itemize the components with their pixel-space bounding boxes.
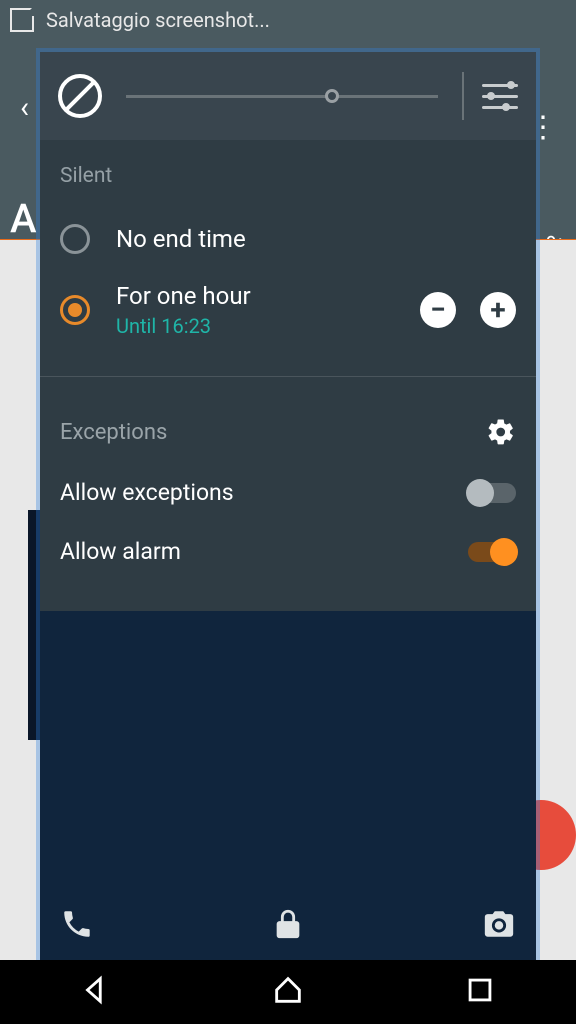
- modal-body: Silent No end time For one hour Until 16…: [40, 140, 536, 611]
- option-sublabel: Until 16:23: [116, 314, 396, 338]
- dnd-modal: Silent No end time For one hour Until 16…: [40, 52, 536, 960]
- allow-exceptions-label: Allow exceptions: [60, 479, 234, 506]
- modal-header: [40, 52, 536, 140]
- modal-footer: [40, 888, 536, 960]
- divider: [462, 72, 464, 120]
- silent-section-label: Silent: [60, 164, 516, 188]
- divider: [40, 376, 536, 377]
- radio-checked-icon[interactable]: [60, 295, 90, 325]
- decrease-button[interactable]: −: [420, 292, 456, 328]
- increase-button[interactable]: +: [480, 292, 516, 328]
- nav-recent-icon[interactable]: [463, 973, 497, 1011]
- back-icon[interactable]: ‹: [20, 90, 29, 125]
- nav-back-icon[interactable]: [79, 973, 113, 1011]
- nav-home-icon[interactable]: [271, 973, 305, 1011]
- bg-letter: A: [10, 195, 37, 242]
- allow-alarm-switch[interactable]: [468, 542, 516, 562]
- allow-alarm-label: Allow alarm: [60, 538, 181, 565]
- navigation-bar: [0, 960, 576, 1024]
- option-no-end-time[interactable]: No end time: [60, 210, 516, 268]
- slider-thumb[interactable]: [325, 89, 339, 103]
- allow-exceptions-row[interactable]: Allow exceptions: [60, 463, 516, 522]
- status-title: Salvataggio screenshot...: [46, 8, 270, 32]
- option-for-one-hour[interactable]: For one hour Until 16:23 − +: [60, 268, 516, 352]
- do-not-disturb-icon: [58, 74, 102, 118]
- image-icon: [10, 8, 34, 32]
- gear-icon[interactable]: [486, 417, 516, 447]
- status-bar: Salvataggio screenshot...: [0, 0, 576, 40]
- allow-alarm-row[interactable]: Allow alarm: [60, 522, 516, 581]
- allow-exceptions-switch[interactable]: [468, 483, 516, 503]
- phone-icon[interactable]: [60, 907, 94, 941]
- exceptions-heading: Exceptions: [60, 420, 167, 445]
- option-label: No end time: [116, 225, 516, 253]
- volume-slider[interactable]: [126, 95, 438, 98]
- exceptions-row[interactable]: Exceptions: [60, 401, 516, 463]
- radio-unchecked-icon[interactable]: [60, 224, 90, 254]
- camera-icon[interactable]: [482, 907, 516, 941]
- lock-icon[interactable]: [271, 907, 305, 941]
- option-label: For one hour: [116, 282, 396, 310]
- settings-sliders-icon[interactable]: [482, 78, 518, 114]
